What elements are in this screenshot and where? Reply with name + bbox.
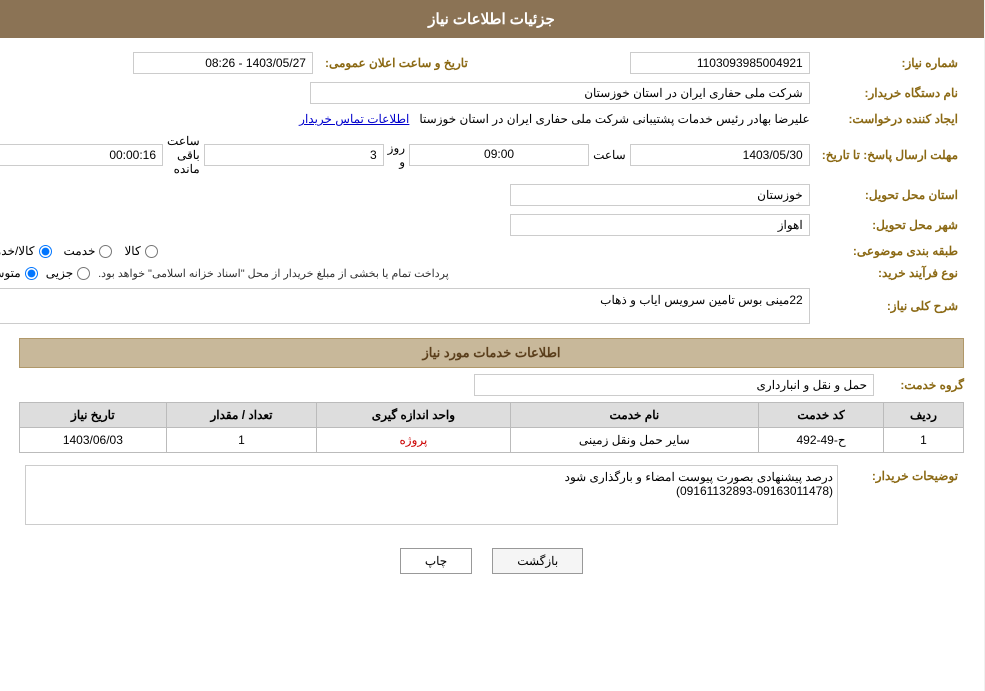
category-row: طبقه بندی موضوعی: کالا/خدمت خدمت کالا bbox=[0, 240, 965, 262]
page-wrapper: جزئیات اطلاعات نیاز شماره نیاز: 11030939… bbox=[0, 0, 985, 691]
purchase-type-note: پرداخت تمام یا بخشی از مبلغ خریدار از مح… bbox=[99, 267, 450, 280]
creator-row: ایجاد کننده درخواست: علیرضا بهادر رئیس خ… bbox=[0, 108, 965, 130]
purchase-type-option-motavaset: متوسط bbox=[0, 266, 39, 280]
deadline-row: مهلت ارسال پاسخ: تا تاریخ: 00:00:16 ساعت… bbox=[0, 130, 965, 180]
buyer-org-value: شرکت ملی حفاری ایران در استان خوزستان bbox=[0, 78, 817, 108]
deadline-date-display: 1403/05/30 bbox=[631, 144, 811, 166]
cell-code: ح-49-492 bbox=[760, 428, 885, 453]
col-row: ردیف bbox=[884, 403, 964, 428]
page-header: جزئیات اطلاعات نیاز bbox=[0, 0, 985, 38]
purchase-type-option-jozi: جزیی bbox=[47, 266, 91, 280]
buyer-org-row: نام دستگاه خریدار: شرکت ملی حفاری ایران … bbox=[0, 78, 965, 108]
print-button[interactable]: چاپ bbox=[401, 548, 473, 574]
back-button[interactable]: بازگشت bbox=[493, 548, 584, 574]
page-title: جزئیات اطلاعات نیاز bbox=[429, 11, 556, 28]
table-row: 1 ح-49-492 سایر حمل ونقل زمینی پروژه 1 1… bbox=[21, 428, 965, 453]
creator-contact-link[interactable]: اطلاعات تماس خریدار bbox=[300, 112, 410, 126]
cell-row: 1 bbox=[884, 428, 964, 453]
services-table: ردیف کد خدمت نام خدمت واحد اندازه گیری ت… bbox=[20, 402, 965, 453]
creator-label: ایجاد کننده درخواست: bbox=[817, 108, 965, 130]
city-row: شهر محل تحویل: اهواز bbox=[0, 210, 965, 240]
category-option-khadmat: کالا/خدمت bbox=[0, 244, 53, 258]
main-content: شماره نیاز: 1103093985004921 تاریخ و ساع… bbox=[0, 38, 985, 600]
need-number-label: شماره نیاز: bbox=[817, 48, 965, 78]
deadline-days-display: 3 bbox=[205, 144, 385, 166]
col-name: نام خدمت bbox=[511, 403, 760, 428]
purchase-type-radio-group: متوسط جزیی پرداخت تمام یا بخشی از مبلغ خ… bbox=[0, 266, 811, 280]
creator-name: علیرضا بهادر رئیس خدمات پشتیبانی شرکت مل… bbox=[420, 112, 810, 126]
group-row: گروه خدمت: حمل و نقل و انبارداری bbox=[20, 374, 965, 396]
category-kala-radio[interactable] bbox=[146, 245, 159, 258]
category-radio-group: کالا/خدمت خدمت کالا bbox=[0, 244, 811, 258]
category-label: طبقه بندی موضوعی: bbox=[817, 240, 965, 262]
deadline-remaining-display: 00:00:16 bbox=[0, 144, 164, 166]
purchase-motavaset-label: متوسط bbox=[0, 266, 22, 280]
purchase-type-row: نوع فرآیند خرید: متوسط جزیی پرداخت تمام … bbox=[0, 262, 965, 284]
deadline-days-label: روز و bbox=[389, 141, 406, 169]
cell-date: 1403/06/03 bbox=[21, 428, 168, 453]
need-number-value: 1103093985004921 bbox=[475, 48, 817, 78]
cell-unit: پروژه bbox=[318, 428, 511, 453]
need-number-display: 1103093985004921 bbox=[631, 52, 811, 74]
buyer-org-label: نام دستگاه خریدار: bbox=[817, 78, 965, 108]
services-table-header-row: ردیف کد خدمت نام خدمت واحد اندازه گیری ت… bbox=[21, 403, 965, 428]
city-display: اهواز bbox=[511, 214, 811, 236]
buyer-notes-label: توضیحات خریدار: bbox=[845, 461, 965, 532]
need-description-label: شرح کلی نیاز: bbox=[817, 284, 965, 328]
category-option-kala: کالا bbox=[125, 244, 158, 258]
info-table: شماره نیاز: 1103093985004921 تاریخ و ساع… bbox=[0, 48, 965, 328]
category-khadmat-label: کالا/خدمت bbox=[0, 244, 36, 258]
deadline-value: 00:00:16 ساعت باقی مانده 3 روز و 09:00 س… bbox=[0, 130, 817, 180]
buyer-notes-row: توضیحات خریدار: bbox=[20, 461, 965, 532]
need-number-row: شماره نیاز: 1103093985004921 تاریخ و ساع… bbox=[0, 48, 965, 78]
need-description-row: شرح کلی نیاز: 22مینی بوس تامین سرویس ایا… bbox=[0, 284, 965, 328]
category-kala-label: کالا bbox=[125, 244, 141, 258]
deadline-label: مهلت ارسال پاسخ: تا تاریخ: bbox=[817, 130, 965, 180]
category-khadmat-radio[interactable] bbox=[40, 245, 53, 258]
cell-quantity: 1 bbox=[167, 428, 318, 453]
group-label: گروه خدمت: bbox=[875, 378, 965, 392]
col-date: تاریخ نیاز bbox=[21, 403, 168, 428]
buyer-notes-value bbox=[20, 461, 845, 532]
need-description-value: 22مینی بوس تامین سرویس ایاب و ذهاب bbox=[0, 284, 817, 328]
category-khedmat-radio[interactable] bbox=[100, 245, 113, 258]
cell-name: سایر حمل ونقل زمینی bbox=[511, 428, 760, 453]
announce-date-display: 1403/05/27 - 08:26 bbox=[134, 52, 314, 74]
deadline-remaining-label: ساعت باقی مانده bbox=[168, 134, 201, 176]
province-display: خوزستان bbox=[511, 184, 811, 206]
deadline-time-display: 09:00 bbox=[410, 144, 590, 166]
col-code: کد خدمت bbox=[760, 403, 885, 428]
deadline-time-label: ساعت bbox=[594, 148, 627, 162]
purchase-motavaset-radio[interactable] bbox=[26, 267, 39, 280]
deadline-inputs: 00:00:16 ساعت باقی مانده 3 روز و 09:00 س… bbox=[0, 134, 811, 176]
province-row: استان محل تحویل: خوزستان bbox=[0, 180, 965, 210]
services-section-header: اطلاعات خدمات مورد نیاز bbox=[20, 338, 965, 368]
purchase-jozi-radio[interactable] bbox=[78, 267, 91, 280]
announce-date-value: 1403/05/27 - 08:26 bbox=[0, 48, 320, 78]
city-label: شهر محل تحویل: bbox=[817, 210, 965, 240]
category-option-khedmat: خدمت bbox=[65, 244, 114, 258]
need-description-display: 22مینی بوس تامین سرویس ایاب و ذهاب bbox=[0, 288, 811, 324]
purchase-type-label: نوع فرآیند خرید: bbox=[817, 262, 965, 284]
button-bar: بازگشت چاپ bbox=[20, 548, 965, 574]
announce-date-label: تاریخ و ساعت اعلان عمومی: bbox=[320, 48, 475, 78]
buyer-notes-textarea[interactable] bbox=[26, 465, 839, 525]
buyer-notes-table: توضیحات خریدار: bbox=[20, 461, 965, 532]
province-value: خوزستان bbox=[0, 180, 817, 210]
group-value-container: حمل و نقل و انبارداری bbox=[20, 374, 875, 396]
creator-value: علیرضا بهادر رئیس خدمات پشتیبانی شرکت مل… bbox=[0, 108, 817, 130]
city-value: اهواز bbox=[0, 210, 817, 240]
group-value-display: حمل و نقل و انبارداری bbox=[475, 374, 875, 396]
purchase-jozi-label: جزیی bbox=[47, 266, 74, 280]
category-options: کالا/خدمت خدمت کالا bbox=[0, 240, 817, 262]
category-khedmat-label: خدمت bbox=[65, 244, 97, 258]
buyer-org-display: شرکت ملی حفاری ایران در استان خوزستان bbox=[311, 82, 811, 104]
province-label: استان محل تحویل: bbox=[817, 180, 965, 210]
col-unit: واحد اندازه گیری bbox=[318, 403, 511, 428]
purchase-type-value: متوسط جزیی پرداخت تمام یا بخشی از مبلغ خ… bbox=[0, 262, 817, 284]
col-quantity: تعداد / مقدار bbox=[167, 403, 318, 428]
